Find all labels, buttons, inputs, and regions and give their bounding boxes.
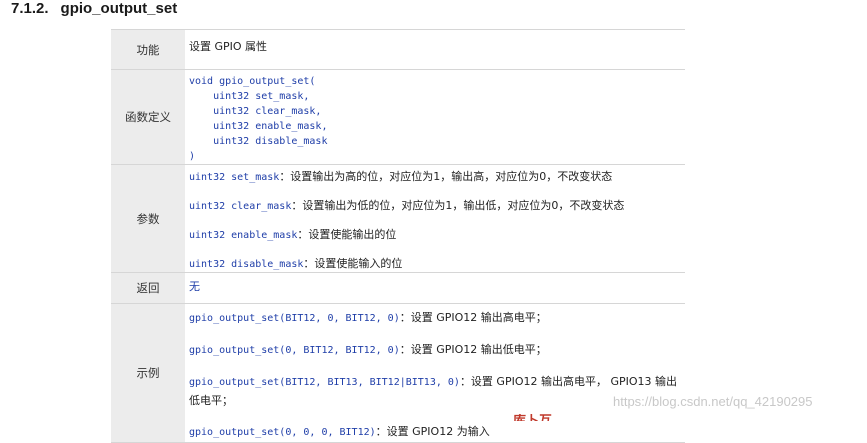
section-title: gpio_output_set: [60, 0, 178, 17]
param-item: uint32 set_mask：设置输出为高的位，对应位为1，输出高，对应位为0…: [189, 169, 685, 185]
example-desc: ：设置 GPIO12 为输入: [375, 425, 490, 438]
example-code: gpio_output_set(BIT12, BIT13, BIT12|BIT1…: [189, 377, 460, 388]
example-item: gpio_output_set(BIT12, BIT13, BIT12|BIT1…: [189, 373, 679, 410]
section-number: 7.1.2.: [11, 0, 49, 17]
section-heading: 7.1.2. gpio_output_set: [11, 0, 177, 17]
table-row-params: 参数 uint32 set_mask：设置输出为高的位，对应位为1，输出高，对应…: [111, 164, 685, 273]
row-label-returns: 返回: [111, 272, 185, 304]
param-desc: ：设置输出为高的位，对应位为1，输出高，对应位为0，不改变状态: [279, 170, 613, 183]
param-item: uint32 enable_mask：设置使能输出的位: [189, 227, 685, 243]
param-desc: ：设置使能输出的位: [297, 228, 397, 241]
example-desc: ：设置 GPIO12 输出低电平；: [399, 343, 547, 356]
examples-list: gpio_output_set(BIT12, 0, BIT12, 0)：设置 G…: [185, 303, 685, 443]
table-row-function: 功能 设置 GPIO 属性: [111, 29, 685, 70]
table-row-definition: 函数定义 void gpio_output_set( uint32 set_ma…: [111, 69, 685, 165]
row-label-examples: 示例: [111, 303, 185, 443]
param-item: uint32 clear_mask：设置输出为低的位，对应位为1，输出低，对应位…: [189, 198, 685, 214]
return-value-text: 无: [189, 280, 200, 293]
row-label-function: 功能: [111, 29, 185, 70]
cut-off-heading: 库卜互: [513, 414, 552, 421]
example-code: gpio_output_set(0, 0, 0, BIT12): [189, 427, 376, 438]
function-description: 设置 GPIO 属性: [185, 29, 685, 70]
table-row-examples: 示例 gpio_output_set(BIT12, 0, BIT12, 0)：设…: [111, 303, 685, 443]
params-list: uint32 set_mask：设置输出为高的位，对应位为1，输出高，对应位为0…: [185, 164, 685, 273]
param-code: uint32 disable_mask: [189, 259, 304, 270]
definition-line: uint32 clear_mask,: [189, 106, 322, 117]
watermark-url: https://blog.csdn.net/qq_42190295: [613, 394, 813, 409]
example-desc: ：设置 GPIO12 输出高电平；: [399, 311, 547, 324]
function-definition: void gpio_output_set( uint32 set_mask, u…: [185, 69, 685, 165]
definition-line: ): [189, 151, 196, 162]
definition-line: uint32 enable_mask,: [189, 121, 328, 132]
example-item: gpio_output_set(0, BIT12, BIT12, 0)：设置 G…: [189, 341, 685, 360]
param-desc: ：设置使能输入的位: [303, 257, 403, 270]
row-label-params: 参数: [111, 164, 185, 273]
example-item: gpio_output_set(BIT12, 0, BIT12, 0)：设置 G…: [189, 309, 685, 328]
definition-line: void gpio_output_set(: [189, 76, 316, 87]
definition-line: uint32 disable_mask: [189, 136, 328, 147]
example-item: gpio_output_set(0, 0, 0, BIT12)：设置 GPIO1…: [189, 423, 685, 442]
example-code: gpio_output_set(0, BIT12, BIT12, 0): [189, 345, 400, 356]
param-code: uint32 set_mask: [189, 172, 280, 183]
definition-line: uint32 set_mask,: [189, 91, 310, 102]
api-table: 功能 设置 GPIO 属性 函数定义 void gpio_output_set(…: [111, 29, 685, 443]
param-code: uint32 clear_mask: [189, 201, 292, 212]
table-row-returns: 返回 无: [111, 272, 685, 304]
param-desc: ：设置输出为低的位，对应位为1，输出低，对应位为0，不改变状态: [291, 199, 625, 212]
row-label-definition: 函数定义: [111, 69, 185, 165]
example-code: gpio_output_set(BIT12, 0, BIT12, 0): [189, 313, 400, 324]
param-code: uint32 enable_mask: [189, 230, 298, 241]
param-item: uint32 disable_mask：设置使能输入的位: [189, 256, 685, 272]
return-value: 无: [185, 272, 685, 304]
